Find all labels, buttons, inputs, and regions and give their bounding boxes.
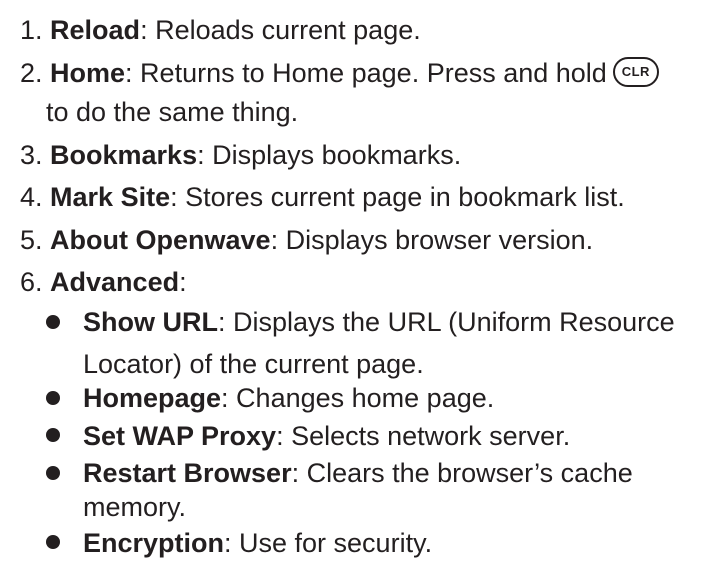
subitem-term: Restart Browser (83, 458, 292, 489)
item-description: : Displays browser version. (270, 224, 594, 255)
bullet-icon (46, 428, 60, 443)
item-description: : Returns to Home page. Press and hold (125, 58, 607, 89)
item-description: : Stores current page in bookmark list. (170, 182, 625, 213)
subitem-description-continued: Locator) of the current page. (83, 348, 424, 379)
item-description: : Reloads current page. (140, 15, 421, 45)
subitem-description: : Use for security. (224, 528, 433, 558)
item-term: Home (50, 58, 126, 89)
subitem-description-continued: memory. (83, 492, 187, 523)
item-term: Bookmarks (50, 139, 198, 170)
item-number: 4. (20, 182, 51, 213)
item-term: Reload (50, 15, 141, 45)
subitem-encryption: Encryption: Use for security. (83, 525, 432, 561)
bullet-icon (46, 390, 60, 405)
subitem-show-url-continuation: Locator) of the current page. (83, 346, 424, 382)
subitem-term: Show URL (83, 307, 218, 338)
item-number: 5. (20, 224, 51, 255)
menu-item-about-openwave: 5. About Openwave: Displays browser vers… (20, 222, 593, 258)
subitem-description: : Clears the browser’s cache (291, 458, 633, 489)
item-description: : (179, 266, 187, 297)
menu-item-home-continuation: to do the same thing. (46, 94, 298, 130)
subitem-restart-browser: Restart Browser: Clears the browser’s ca… (83, 455, 633, 491)
subitem-show-url: Show URL: Displays the URL (Uniform Reso… (83, 304, 675, 340)
subitem-term: Set WAP Proxy (83, 420, 277, 451)
item-term: Advanced (50, 266, 180, 297)
subitem-term: Homepage (83, 383, 222, 414)
item-number: 2. (20, 58, 51, 89)
bullet-icon (46, 535, 60, 550)
clr-key-icon: CLR (612, 57, 659, 88)
manual-page: 1. Reload: Reloads current page. 2. Home… (0, 0, 719, 563)
item-number: 6. (20, 266, 51, 297)
subitem-description: : Displays the URL (Uniform Resource (218, 307, 675, 338)
item-number: 3. (20, 139, 51, 170)
subitem-description: : Selects network server. (276, 420, 571, 451)
item-term: Mark Site (50, 182, 171, 213)
menu-item-mark-site: 4. Mark Site: Stores current page in boo… (20, 179, 625, 215)
clipped-text-fragment (4, 0, 20, 2)
menu-item-home: 2. Home: Returns to Home page. Press and… (20, 55, 659, 91)
subitem-set-wap-proxy: Set WAP Proxy: Selects network server. (83, 418, 570, 454)
item-description-continued: to do the same thing. (46, 96, 299, 127)
menu-item-advanced: 6. Advanced: (20, 264, 187, 300)
item-number: 1. (20, 15, 51, 45)
menu-item-bookmarks: 3. Bookmarks: Displays bookmarks. (20, 137, 461, 173)
subitem-homepage: Homepage: Changes home page. (83, 380, 494, 416)
item-description: : Displays bookmarks. (197, 139, 462, 170)
subitem-restart-browser-continuation: memory. (83, 489, 186, 525)
subitem-description: : Changes home page. (221, 383, 495, 414)
item-term: About Openwave (50, 224, 271, 255)
menu-item-reload: 1. Reload: Reloads current page. (20, 12, 421, 48)
bullet-icon (46, 465, 60, 480)
bullet-icon (46, 314, 60, 329)
subitem-term: Encryption (83, 528, 225, 558)
